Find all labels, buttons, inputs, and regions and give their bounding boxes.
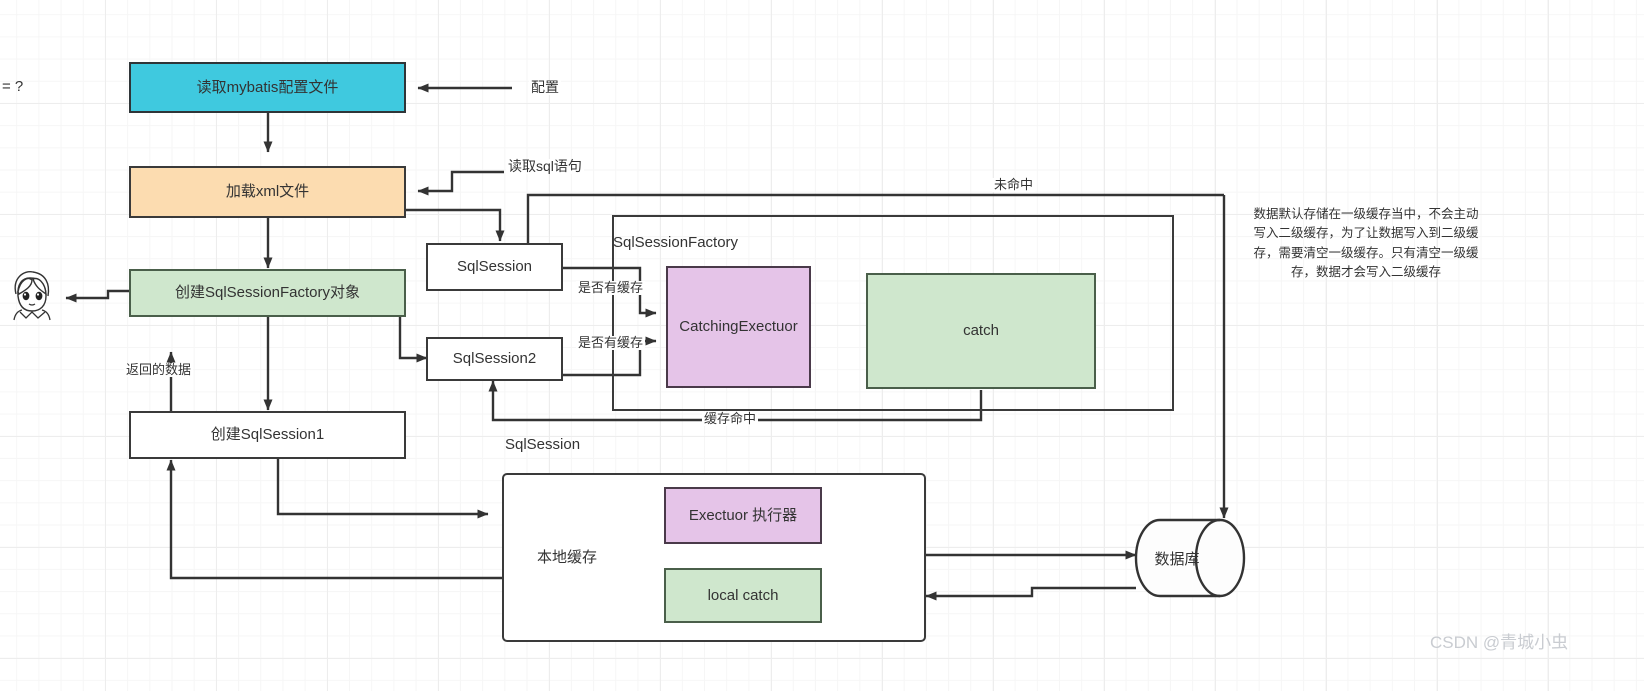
node-load-xml[interactable]: 加载xml文件 — [129, 166, 406, 218]
node-exectuor[interactable]: Exectuor 执行器 — [664, 487, 822, 544]
edge-label-cache-miss: 未命中 — [992, 177, 1036, 193]
edge-readsql-to-loadxml — [417, 170, 504, 196]
node-database-label: 数据库 — [1154, 550, 1200, 568]
edge-label-return-data: 返回的数据 — [124, 362, 194, 378]
edge-label-cache-hit: 缓存命中 — [702, 411, 759, 427]
node-catch-label: catch — [963, 322, 999, 340]
corner-fragment-text: = ? — [2, 78, 24, 95]
node-local-catch-label: local catch — [707, 586, 779, 604]
node-local-catch[interactable]: local catch — [664, 568, 822, 623]
edge-createsession1-to-localcache — [276, 457, 489, 519]
node-create-session1-label: 创建SqlSession1 — [210, 426, 325, 444]
edge-localcache-to-createsession1 — [166, 459, 502, 580]
node-read-config[interactable]: 读取mybatis配置文件 — [129, 62, 406, 113]
node-exectuor-label: Exectuor 执行器 — [688, 506, 798, 524]
node-sqlsession2-label: SqlSession2 — [452, 350, 537, 368]
node-sqlsession-label: SqlSession — [456, 258, 533, 276]
edge-label-read-sql: 读取sql语句 — [506, 158, 584, 175]
node-create-factory[interactable]: 创建SqlSessionFactory对象 — [129, 269, 406, 317]
node-database[interactable]: 数据库 — [1134, 518, 1246, 598]
node-catching-exectuor-label: CatchingExectuor — [679, 318, 798, 336]
edge-createfactory-to-user — [65, 289, 130, 303]
node-create-session1[interactable]: 创建SqlSession1 — [129, 411, 406, 459]
node-sqlsession[interactable]: SqlSession — [426, 243, 563, 291]
group-sqlsessionfactory-label: SqlSessionFactory — [613, 234, 739, 251]
node-catch[interactable]: catch — [866, 273, 1096, 389]
user-avatar-icon — [2, 266, 62, 322]
diagram-canvas: = ? 读取mybatis配置文件 加载xml文件 创建SqlSessionFa… — [0, 0, 1644, 691]
local-cache-label: 本地缓存 — [537, 548, 598, 566]
csdn-watermark: CSDN @青城小虫 — [1430, 633, 1569, 652]
node-load-xml-label: 加载xml文件 — [225, 183, 310, 201]
node-create-factory-label: 创建SqlSessionFactory对象 — [174, 284, 361, 302]
group-sqlsession-label: SqlSession — [505, 436, 581, 453]
node-sqlsession2[interactable]: SqlSession2 — [426, 337, 563, 381]
edge-label-config: 配置 — [529, 79, 561, 96]
edge-label-has-cache-1: 是否有缓存 — [576, 280, 646, 296]
edge-label-has-cache-2: 是否有缓存 — [576, 335, 646, 351]
edge-database-to-localcache — [925, 586, 1136, 601]
node-catching-exectuor[interactable]: CatchingExectuor — [666, 266, 811, 388]
node-read-config-label: 读取mybatis配置文件 — [196, 78, 339, 96]
second-level-cache-note: 数据默认存储在一级缓存当中，不会主动 写入二级缓存，为了让数据写入到二级缓 存，… — [1253, 207, 1479, 280]
